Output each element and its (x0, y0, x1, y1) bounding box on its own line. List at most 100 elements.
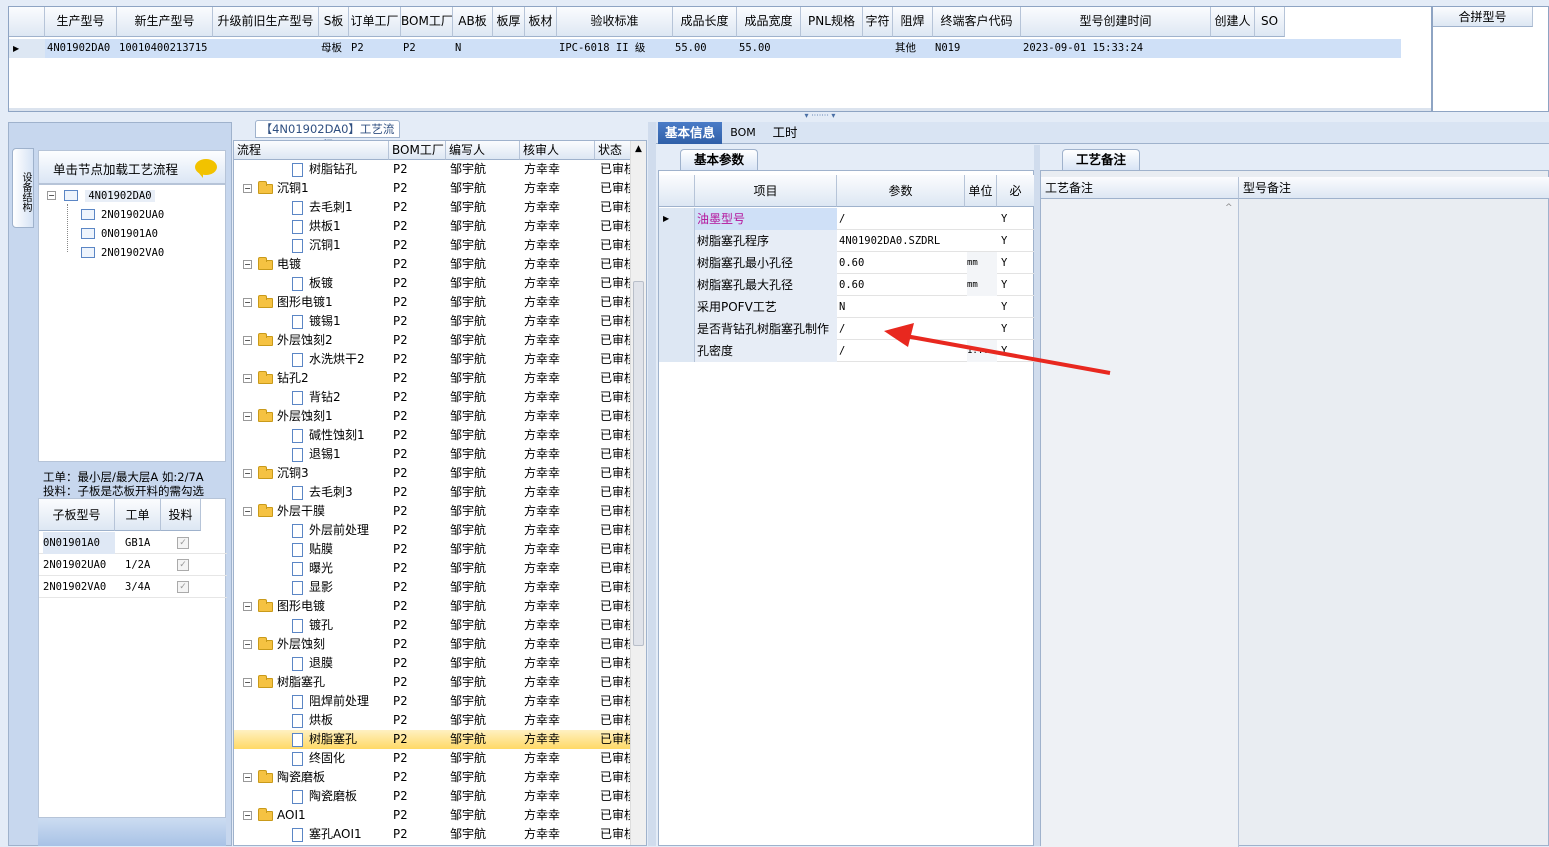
col-header[interactable]: 单位 (965, 175, 997, 207)
col-header[interactable]: BOM工厂 (401, 7, 453, 37)
flow-row[interactable]: 退膜 P2 邹宇航 方幸幸 已审核 (234, 654, 632, 673)
flow-row[interactable]: 沉铜1 P2 邹宇航 方幸幸 已审核 (234, 236, 632, 255)
collapse-icon[interactable]: − (243, 298, 252, 307)
flow-row[interactable]: 阻焊前处理 P2 邹宇航 方幸幸 已审核 (234, 692, 632, 711)
flow-row[interactable]: 贴膜 P2 邹宇航 方幸幸 已审核 (234, 540, 632, 559)
basic-params-tab[interactable]: 基本参数 (680, 149, 758, 171)
flow-row[interactable]: − 外层蚀刻1 P2 邹宇航 方幸幸 已审核 (234, 407, 632, 426)
flow-row[interactable]: − 图形电镀 P2 邹宇航 方幸幸 已审核 (234, 597, 632, 616)
tab-basic-info[interactable]: 基本信息 (658, 122, 722, 144)
flow-row[interactable]: 镀锡1 P2 邹宇航 方幸幸 已审核 (234, 312, 632, 331)
flow-row[interactable]: − 外层干膜 P2 邹宇航 方幸幸 已审核 (234, 502, 632, 521)
col-header[interactable]: 型号创建时间 (1021, 7, 1211, 37)
flow-row[interactable]: 板镀 P2 邹宇航 方幸幸 已审核 (234, 274, 632, 293)
col-header[interactable]: 板厚 (493, 7, 525, 37)
col-header[interactable]: 核审人 (520, 141, 595, 160)
param-value[interactable]: / (839, 208, 965, 230)
collapse-icon[interactable]: − (243, 412, 252, 421)
param-row[interactable]: 树脂塞孔最小孔径 0.60 mm Y (659, 252, 1035, 274)
load-flow-button[interactable]: 单击节点加载工艺流程 (38, 150, 226, 184)
collapse-icon[interactable]: − (243, 184, 252, 193)
flow-row[interactable]: − 外层蚀刻2 P2 邹宇航 方幸幸 已审核 (234, 331, 632, 350)
col-header[interactable]: 参数 (837, 175, 965, 207)
tab-bom[interactable]: BOM (724, 122, 762, 144)
tree-node-child[interactable]: 0N01901A0 (81, 224, 158, 243)
flow-row[interactable]: − 沉铜3 P2 邹宇航 方幸幸 已审核 (234, 464, 632, 483)
process-remark-field[interactable] (1041, 199, 1239, 847)
col-header[interactable]: 状态 (595, 141, 632, 160)
collapse-icon[interactable]: − (243, 602, 252, 611)
vertical-tab-structure[interactable]: 设备结构 (12, 148, 34, 228)
col-header[interactable]: 成品长度 (673, 7, 737, 37)
collapse-icon[interactable]: − (243, 374, 252, 383)
collapse-icon[interactable]: − (47, 191, 56, 200)
flow-row[interactable]: 镀孔 P2 邹宇航 方幸幸 已审核 (234, 616, 632, 635)
col-header[interactable]: 项目 (695, 175, 837, 207)
collapse-icon[interactable]: − (243, 773, 252, 782)
table-row[interactable]: 2N01902VA0 3/4A ✓ (39, 576, 227, 598)
table-row[interactable]: 2N01902UA0 1/2A ✓ (39, 554, 227, 576)
param-row[interactable]: ▶ 油墨型号 / Y (659, 208, 1035, 230)
collapse-icon[interactable]: − (243, 260, 252, 269)
col-header[interactable]: 创建人 (1211, 7, 1255, 37)
collapse-icon[interactable]: − (243, 811, 252, 820)
flow-row[interactable]: − 外层蚀刻 P2 邹宇航 方幸幸 已审核 (234, 635, 632, 654)
feed-checkbox[interactable]: ✓ (177, 581, 189, 593)
flow-row[interactable]: − 陶瓷磨板 P2 邹宇航 方幸幸 已审核 (234, 768, 632, 787)
remarks-tab[interactable]: 工艺备注 (1062, 149, 1140, 171)
col-header[interactable]: 终端客户代码 (933, 7, 1021, 37)
feed-checkbox[interactable]: ✓ (177, 537, 189, 549)
splitter-vertical[interactable] (648, 122, 656, 846)
tab-hours[interactable]: 工时 (764, 122, 806, 144)
flow-row[interactable]: − 树脂塞孔 P2 邹宇航 方幸幸 已审核 (234, 673, 632, 692)
flow-row[interactable]: 曝光 P2 邹宇航 方幸幸 已审核 (234, 559, 632, 578)
flow-row[interactable]: 外层前处理 P2 邹宇航 方幸幸 已审核 (234, 521, 632, 540)
col-header[interactable]: 字符 (863, 7, 893, 37)
col-header[interactable]: 升级前旧生产型号 (213, 7, 319, 37)
horizontal-scrollbar[interactable] (9, 108, 1431, 111)
scroll-thumb[interactable] (633, 281, 644, 646)
tree-node-child[interactable]: 2N01902VA0 (81, 243, 164, 262)
vertical-scrollbar[interactable]: ▲ (630, 141, 646, 845)
flow-row[interactable]: − 钻孔2 P2 邹宇航 方幸幸 已审核 (234, 369, 632, 388)
flow-row[interactable]: − AOI1 P2 邹宇航 方幸幸 已审核 (234, 806, 632, 825)
param-value[interactable]: 0.60 (839, 274, 965, 296)
flow-row[interactable]: 树脂塞孔 P2 邹宇航 方幸幸 已审核 (234, 730, 632, 749)
flow-row[interactable]: 树脂钻孔 P2 邹宇航 方幸幸 已审核 (234, 160, 632, 179)
tree-node-child[interactable]: 2N01902UA0 (81, 205, 164, 224)
col-header[interactable]: 阻焊 (893, 7, 933, 37)
col-header[interactable]: 生产型号 (45, 7, 117, 37)
flow-row[interactable]: 去毛刺1 P2 邹宇航 方幸幸 已审核 (234, 198, 632, 217)
table-row[interactable]: 0N01901A0 GB1A ✓ (39, 532, 227, 554)
param-row[interactable]: 树脂塞孔程序 4N01902DA0.SZDRL Y (659, 230, 1035, 252)
flow-row[interactable]: 背钻2 P2 邹宇航 方幸幸 已审核 (234, 388, 632, 407)
flow-row[interactable]: 去毛刺3 P2 邹宇航 方幸幸 已审核 (234, 483, 632, 502)
flow-row[interactable]: − 沉铜1 P2 邹宇航 方幸幸 已审核 (234, 179, 632, 198)
col-header[interactable]: SO (1255, 7, 1285, 37)
flow-row[interactable]: 水洗烘干2 P2 邹宇航 方幸幸 已审核 (234, 350, 632, 369)
flow-row[interactable]: − 图形电镀1 P2 邹宇航 方幸幸 已审核 (234, 293, 632, 312)
flow-row[interactable]: 烘板 P2 邹宇航 方幸幸 已审核 (234, 711, 632, 730)
param-row[interactable]: 树脂塞孔最大孔径 0.60 mm Y (659, 274, 1035, 296)
collapse-icon[interactable]: − (243, 507, 252, 516)
flow-row[interactable]: 显影 P2 邹宇航 方幸幸 已审核 (234, 578, 632, 597)
flow-row[interactable]: 陶瓷磨板 P2 邹宇航 方幸幸 已审核 (234, 787, 632, 806)
tree-node-root[interactable]: − 4N01902DA0 (47, 186, 155, 205)
flow-row[interactable]: − 电镀 P2 邹宇航 方幸幸 已审核 (234, 255, 632, 274)
col-header[interactable]: 必 (997, 175, 1035, 207)
col-header[interactable]: 板材 (525, 7, 557, 37)
col-header[interactable]: 成品宽度 (737, 7, 801, 37)
col-header[interactable]: 验收标准 (557, 7, 673, 37)
scroll-up-icon[interactable]: ^ (1225, 203, 1233, 213)
col-header[interactable]: PNL规格 (801, 7, 863, 37)
collapse-icon[interactable]: − (243, 469, 252, 478)
param-value[interactable]: 4N01902DA0.SZDRL (839, 230, 965, 252)
param-value[interactable]: 0.60 (839, 252, 965, 274)
col-header[interactable]: BOM工厂 (389, 141, 446, 160)
splitter-handle-icon[interactable]: ▾ ······· ▾ (790, 112, 850, 120)
flow-row[interactable]: 塞孔AOI1 P2 邹宇航 方幸幸 已审核 (234, 825, 632, 844)
col-header[interactable]: S板 (319, 7, 349, 37)
flow-row[interactable]: 烘板1 P2 邹宇航 方幸幸 已审核 (234, 217, 632, 236)
col-header[interactable]: 新生产型号 (117, 7, 213, 37)
collapse-icon[interactable]: − (243, 336, 252, 345)
